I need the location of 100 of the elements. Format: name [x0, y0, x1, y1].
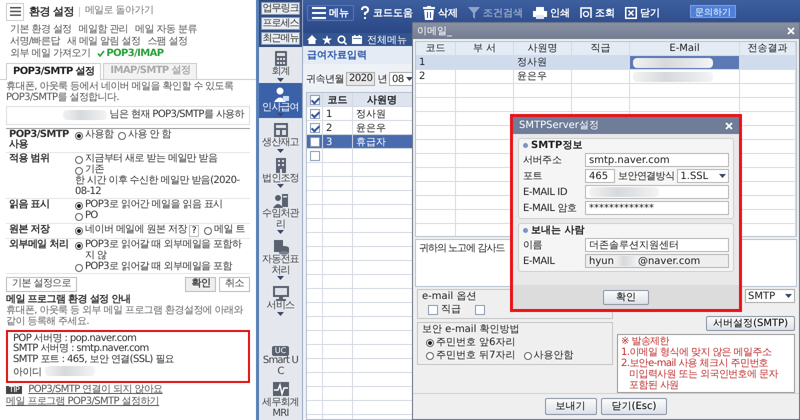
dialog-button[interactable]: 닫기(Esc)	[600, 398, 668, 415]
module-button[interactable]: 자동전표처리	[259, 235, 302, 281]
radio-button[interactable]	[204, 226, 212, 235]
close-icon	[787, 27, 795, 35]
table-cell-text: 휴급자	[356, 136, 386, 149]
help-button[interactable]: ?	[188, 224, 199, 237]
settings-menu-item[interactable]: 메일 자동 분류	[135, 25, 197, 36]
restriction-text: 포함된 사원	[628, 380, 680, 391]
toolbar-button[interactable]: 닫기	[621, 5, 664, 21]
module-button[interactable]: 세무회계MRI	[259, 378, 302, 420]
radio-button[interactable]	[75, 156, 83, 164]
server-settings-button[interactable]: 서버설정(SMTP)	[706, 316, 795, 331]
settings-menu-item[interactable]: 메일함 관리	[78, 25, 128, 36]
settings-menu-item[interactable]: 서명/빠른답	[10, 36, 60, 48]
radio-button[interactable]	[426, 352, 434, 360]
checkbox[interactable]	[428, 304, 438, 314]
table-cell: 윤은우	[517, 71, 547, 82]
settings-menu-item[interactable]: 새 메일 알림 설정	[66, 36, 140, 48]
confirm-button[interactable]: 확인	[185, 277, 216, 292]
field-label: E-MAIL 암호	[523, 202, 578, 214]
radio-button[interactable]	[75, 202, 83, 210]
caret-icon	[277, 184, 284, 188]
tip-badge: TIP	[6, 386, 22, 394]
module-button[interactable]: 회계	[259, 47, 302, 82]
checkbox[interactable]	[310, 150, 320, 160]
help-link[interactable]: 메일 프로그램 POP3/SMTP 설정하기	[6, 396, 160, 408]
module-button[interactable]: 수임처관리	[259, 189, 302, 235]
settings-menu-item[interactable]: 외부 메일 가져오기	[10, 48, 90, 60]
close-icon	[625, 7, 637, 19]
radio-button[interactable]	[75, 226, 83, 235]
checkbox[interactable]	[310, 95, 320, 105]
home-icon	[307, 35, 317, 44]
toolbar-button[interactable]: 인쇄	[529, 5, 574, 21]
close-icon	[725, 122, 733, 130]
people-icon	[272, 192, 290, 209]
input-field[interactable]: 더존솔루션지원센터	[585, 238, 729, 252]
radio-button[interactable]	[75, 166, 83, 175]
menu-button[interactable]	[6, 2, 24, 20]
module-button[interactable]: 인사급여	[259, 82, 302, 118]
back-link[interactable]: 메일로 돌아가기	[84, 6, 154, 17]
field-label: 귀속년월	[306, 73, 344, 86]
close-button[interactable]	[787, 27, 795, 35]
input-field[interactable]: smtp.naver.com	[585, 153, 729, 167]
field-label: E-MAIL	[523, 256, 556, 266]
module-button[interactable]: 생산재고	[259, 118, 302, 154]
caret-icon	[277, 148, 284, 152]
ok-button[interactable]: 확인	[603, 290, 649, 304]
radio-button[interactable]	[426, 339, 434, 347]
section-title: SMTP정보	[531, 140, 582, 151]
settings-menu-item[interactable]: 스팸 설정	[147, 36, 188, 48]
close-button[interactable]	[725, 122, 733, 130]
toolbar-button[interactable]: 코드도움	[356, 5, 417, 21]
checkbox[interactable]	[475, 304, 485, 314]
radio-button[interactable]	[75, 213, 83, 222]
restriction-text: 1.이메일 형식에 맞지 않은 메일주소	[621, 347, 772, 358]
quick-link-button[interactable]: 프로세스	[261, 17, 300, 30]
module-button[interactable]: UC Smart UC	[259, 342, 302, 378]
radio-button[interactable]	[524, 352, 532, 360]
dropdown-field[interactable]: 1.SSL	[677, 169, 729, 183]
star-icon	[322, 34, 332, 44]
dialog-button[interactable]: 보내기	[544, 398, 597, 415]
radio-label: POP3로 읽어간 메일을 읽음 표시	[85, 200, 223, 210]
guide-title: 메일 프로그램 환경 설정 안내	[6, 295, 132, 306]
input-field[interactable]: 465	[585, 169, 615, 183]
cancel-button[interactable]: 취소	[219, 277, 250, 292]
radio-label: PO	[85, 211, 98, 222]
module-button[interactable]: 법인조정	[259, 154, 302, 189]
check-icon	[97, 50, 106, 58]
radio-button[interactable]	[75, 132, 83, 140]
checkbox[interactable]	[310, 109, 320, 119]
toolbar-button[interactable]: 메뉴	[307, 5, 354, 21]
column-header: 코드	[416, 42, 456, 55]
toolbar-button[interactable]: 조회	[576, 5, 619, 21]
quick-link-button[interactable]: 업무링크	[261, 2, 300, 15]
tab[interactable]: POP3/SMTP 설정	[6, 63, 102, 80]
inquiry-button[interactable]: 문의하기	[690, 5, 736, 18]
radio-button[interactable]	[118, 132, 126, 140]
input-field[interactable]: hyun @naver.com	[585, 254, 729, 268]
quick-link-button[interactable]: 최근메뉴	[261, 32, 300, 45]
radio-button[interactable]	[75, 242, 83, 250]
year-field[interactable]: 2020	[346, 72, 376, 86]
radio-button[interactable]	[75, 264, 83, 272]
column-header: 코드	[323, 93, 353, 107]
group-title: 보안 e-mail 확인방법	[422, 324, 521, 335]
reset-button[interactable]: 기본 설정으로	[6, 277, 77, 292]
checkbox[interactable]	[310, 123, 320, 133]
module-button[interactable]: 서비스	[259, 281, 302, 316]
toolbar-button[interactable]: 삭제	[419, 5, 462, 21]
settings-menu-item[interactable]: 기본 환경 설정	[10, 25, 72, 36]
all-menu-link[interactable]: 전체메뉴	[367, 32, 407, 46]
send-method-select[interactable]: SMTP	[745, 289, 795, 303]
radio-label: POP3로 읽어갈 때 외부메일을 포함하지 않	[85, 240, 243, 262]
input-field[interactable]: *************	[585, 201, 729, 215]
checkbox-label: 직급	[441, 304, 461, 315]
caret-icon	[277, 230, 284, 234]
checkbox[interactable]	[310, 137, 320, 147]
caret-icon	[277, 312, 284, 316]
input-field[interactable]	[585, 185, 729, 199]
caret-icon	[785, 294, 792, 298]
help-link[interactable]: POP3/SMTP 연결이 되지 않아요	[28, 384, 163, 396]
